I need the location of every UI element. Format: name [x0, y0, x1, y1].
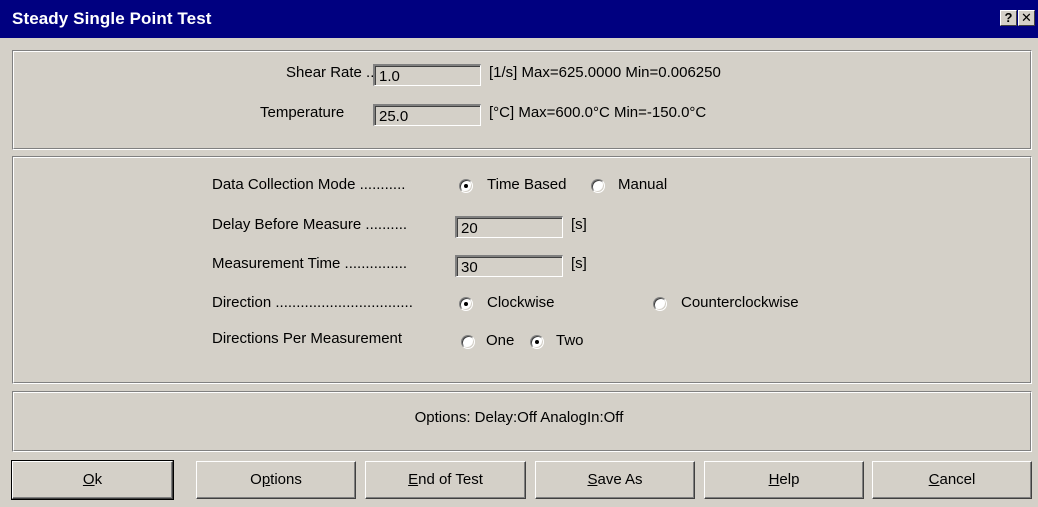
- time-based-radio[interactable]: [459, 179, 473, 193]
- title-bar: Steady Single Point Test ? ✕: [0, 0, 1038, 38]
- manual-label[interactable]: Manual: [618, 176, 667, 193]
- clockwise-label[interactable]: Clockwise: [487, 294, 555, 311]
- save-as-button[interactable]: Save As: [535, 461, 695, 499]
- options-summary: Options: Delay:Off AnalogIn:Off: [414, 409, 624, 426]
- help-label: elp: [779, 471, 800, 488]
- shear-rate-label: Shear Rate ..: [286, 64, 375, 81]
- manual-radio[interactable]: [591, 179, 605, 193]
- ok-button[interactable]: Ok: [11, 460, 174, 500]
- cancel-label: ancel: [939, 471, 976, 488]
- one-label[interactable]: One: [486, 332, 514, 349]
- one-radio[interactable]: [461, 335, 475, 349]
- options-button-label-start: O: [250, 471, 262, 488]
- end-of-test-button[interactable]: End of Test: [365, 461, 526, 499]
- measurement-time-label: Measurement Time ...............: [212, 255, 408, 272]
- close-icon[interactable]: ✕: [1018, 10, 1035, 26]
- two-radio[interactable]: [530, 335, 544, 349]
- cancel-mnemonic: C: [928, 471, 940, 488]
- shear-rate-input[interactable]: 1.0: [373, 64, 481, 86]
- options-button[interactable]: Options: [196, 461, 356, 499]
- options-button-mnemonic: p: [261, 471, 271, 488]
- temperature-label: Temperature: [260, 104, 345, 121]
- shear-rate-limits: [1/s] Max=625.0000 Min=0.006250: [489, 64, 721, 81]
- ok-button-mnemonic: O: [82, 471, 95, 488]
- options-button-label-end: tions: [270, 471, 302, 488]
- save-as-label: ave As: [597, 471, 643, 488]
- delay-unit: [s]: [571, 216, 587, 233]
- end-of-test-mnemonic: E: [408, 471, 419, 488]
- save-as-mnemonic: S: [587, 471, 598, 488]
- help-icon[interactable]: ?: [1000, 10, 1017, 26]
- measurement-time-input[interactable]: 30: [455, 255, 563, 277]
- measurement-time-unit: [s]: [571, 255, 587, 272]
- temperature-limits: [°C] Max=600.0°C Min=-150.0°C: [489, 104, 707, 121]
- help-mnemonic: H: [768, 471, 780, 488]
- time-based-label[interactable]: Time Based: [487, 176, 566, 193]
- temperature-input[interactable]: 25.0: [373, 104, 481, 126]
- window-title: Steady Single Point Test: [12, 9, 212, 28]
- end-of-test-label: nd of Test: [418, 471, 483, 488]
- directions-per-measurement-label: Directions Per Measurement: [212, 330, 403, 347]
- data-collection-mode-label: Data Collection Mode ...........: [212, 176, 406, 193]
- counterclockwise-label[interactable]: Counterclockwise: [681, 294, 799, 311]
- help-button[interactable]: Help: [704, 461, 864, 499]
- delay-before-measure-input[interactable]: 20: [455, 216, 563, 238]
- ok-button-label: k: [94, 471, 103, 488]
- clockwise-radio[interactable]: [459, 297, 473, 311]
- delay-before-measure-label: Delay Before Measure ..........: [212, 216, 408, 233]
- direction-label: Direction ..............................…: [212, 294, 413, 311]
- counterclockwise-radio[interactable]: [653, 297, 667, 311]
- cancel-button[interactable]: Cancel: [872, 461, 1032, 499]
- two-label[interactable]: Two: [556, 332, 584, 349]
